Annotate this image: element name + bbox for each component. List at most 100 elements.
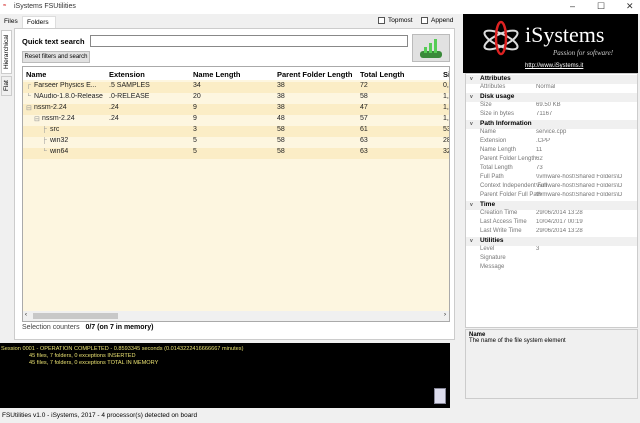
reset-filters-button[interactable]: Reset filters and search — [22, 51, 90, 63]
tree-line-icon[interactable]: ⊟ — [26, 104, 32, 112]
property-name: Size — [480, 102, 492, 108]
chevron-down-icon[interactable]: v — [470, 76, 473, 82]
cell-size: 53 — [443, 126, 449, 133]
table-row[interactable]: ⊟nssm-2.24 .24 9 38 47 1,1 — [23, 104, 449, 115]
property-name: Name Length — [480, 147, 517, 153]
tree-line-icon: └ — [42, 148, 47, 155]
property-row[interactable]: Context Independent Full \\vmware-host\Sh… — [466, 183, 637, 192]
tree-line-icon[interactable]: ⊟ — [34, 115, 40, 123]
property-row[interactable]: Parent Folder Length 62 — [466, 156, 637, 165]
append-checkbox[interactable]: Append — [421, 17, 453, 24]
cell-nl: 5 — [193, 137, 197, 144]
cell-pfl: 48 — [277, 115, 285, 122]
property-value: 69.50 KB — [536, 102, 561, 108]
cell-nl: 3 — [193, 126, 197, 133]
table-row[interactable]: ├win32 5 58 63 28 — [23, 137, 449, 148]
column-header-size[interactable]: Si — [443, 70, 449, 79]
table-row[interactable]: ┌Farseer Physics E... .5 SAMPLES 34 38 72 0,0 — [23, 82, 449, 93]
log-line: 45 files, 7 folders, 0 exceptions INSERT… — [29, 353, 136, 359]
property-row[interactable]: Last Access Time 10/04/2017 00:19 — [466, 219, 637, 228]
cell-ext: .0-RELEASE — [109, 93, 150, 100]
property-category[interactable]: v Path Information — [466, 120, 637, 129]
log-scrollbar[interactable] — [451, 343, 460, 408]
property-row[interactable]: Size in bytes 71167 — [466, 111, 637, 120]
cell-pfl: 58 — [277, 148, 285, 155]
property-description: Name The name of the file system element — [465, 329, 638, 399]
property-name: Message — [480, 264, 505, 270]
cell-tl: 57 — [360, 115, 368, 122]
column-header-name[interactable]: Name — [26, 70, 46, 79]
property-row[interactable]: Creation Time 29/06/2014 13:28 — [466, 210, 637, 219]
property-row[interactable]: Name Length 11 — [466, 147, 637, 156]
chevron-down-icon[interactable]: v — [470, 238, 473, 244]
cell-nl: 34 — [193, 82, 201, 89]
property-category[interactable]: v Attributes — [466, 75, 637, 84]
property-row[interactable]: Extension .CPP — [466, 138, 637, 147]
property-value: 62 — [536, 156, 543, 162]
document-icon[interactable] — [434, 388, 446, 404]
property-row[interactable]: Last Write Time 29/06/2014 13:28 — [466, 228, 637, 237]
table-row[interactable]: └NAudio-1.8.0-Release .0-RELEASE 20 38 58 1,3 — [23, 93, 449, 104]
table-row[interactable]: ⊟nssm-2.24 .24 9 48 57 1,1 — [23, 115, 449, 126]
column-header-name-length[interactable]: Name Length — [193, 70, 241, 79]
topmost-checkbox[interactable]: Topmost — [378, 17, 413, 24]
table-row[interactable]: └win64 5 58 63 32 — [23, 148, 449, 159]
atom-logo-icon — [483, 20, 519, 56]
property-value: 29/06/2014 13:28 — [536, 228, 583, 234]
property-row[interactable]: Level 3 — [466, 246, 637, 255]
property-row[interactable]: Message — [466, 264, 637, 273]
selection-counters: Selection counters 0/7 (on 7 in memory) — [22, 324, 154, 331]
category-label: Attributes — [480, 75, 511, 82]
property-value: \\vmware-host\Shared Folders\D — [536, 183, 623, 189]
property-row[interactable]: Name service.cpp — [466, 129, 637, 138]
horizontal-scrollbar[interactable]: ‹ › — [23, 311, 449, 321]
property-row[interactable]: Full Path \\vmware-host\Shared Folders\D — [466, 174, 637, 183]
tab-hierarchical[interactable]: Hierarchical — [1, 30, 12, 74]
tab-flat[interactable]: Flat — [1, 76, 12, 96]
property-row[interactable]: Signature — [466, 255, 637, 264]
chevron-down-icon[interactable]: v — [470, 202, 473, 208]
export-excel-button[interactable] — [412, 34, 450, 62]
close-button[interactable]: ✕ — [626, 1, 634, 12]
property-row[interactable]: Total Length 73 — [466, 165, 637, 174]
property-name: Last Write Time — [480, 228, 522, 234]
chevron-down-icon[interactable]: v — [470, 121, 473, 127]
scrollbar-thumb[interactable] — [33, 313, 118, 319]
cell-tl: 58 — [360, 93, 368, 100]
property-grid: v Attributes Attributes Normal v Disk usage Si… — [465, 73, 638, 328]
category-label: Utilities — [480, 237, 504, 244]
minimize-button[interactable]: – — [570, 1, 575, 11]
tab-folders[interactable]: Folders — [22, 16, 56, 28]
cell-size: 28 — [443, 137, 449, 144]
property-row[interactable]: Attributes Normal — [466, 84, 637, 93]
column-header-extension[interactable]: Extension — [109, 70, 145, 79]
website-link[interactable]: http://www.iSystems.it — [525, 63, 583, 69]
cell-name: win32 — [50, 137, 69, 144]
property-name: Full Path — [480, 174, 504, 180]
category-label: Disk usage — [480, 93, 515, 100]
property-row[interactable]: Size 69.50 KB — [466, 102, 637, 111]
column-header-total-length[interactable]: Total Length — [360, 70, 404, 79]
property-category[interactable]: v Disk usage — [466, 93, 637, 102]
table-row[interactable]: ├src 3 58 61 53 — [23, 126, 449, 137]
cell-pfl: 38 — [277, 104, 285, 111]
maximize-button[interactable]: ☐ — [597, 1, 605, 12]
cell-name: src — [50, 126, 60, 133]
cell-pfl: 58 — [277, 137, 285, 144]
property-category[interactable]: v Time — [466, 201, 637, 210]
cell-tl: 63 — [360, 148, 368, 155]
tab-files[interactable]: Files — [0, 16, 22, 28]
cell-size: 1,1 — [443, 104, 449, 111]
status-bar: FSUtilities v1.0 - iSystems, 2017 - 4 pr… — [2, 412, 198, 419]
property-name: Attributes — [480, 84, 506, 90]
property-value: 3 — [536, 246, 540, 252]
quick-search-input[interactable] — [90, 35, 408, 47]
quick-search-label: Quick text search — [22, 37, 85, 46]
cell-pfl: 58 — [277, 126, 285, 133]
column-header-parent-folder-length[interactable]: Parent Folder Length — [277, 70, 352, 79]
property-row[interactable]: Parent Folder Full Path \\vmware-host\Sha… — [466, 192, 637, 201]
chevron-down-icon[interactable]: v — [470, 94, 473, 100]
property-category[interactable]: v Utilities — [466, 237, 637, 246]
cell-nl: 5 — [193, 148, 197, 155]
logo-brand: iSystems — [525, 22, 605, 47]
